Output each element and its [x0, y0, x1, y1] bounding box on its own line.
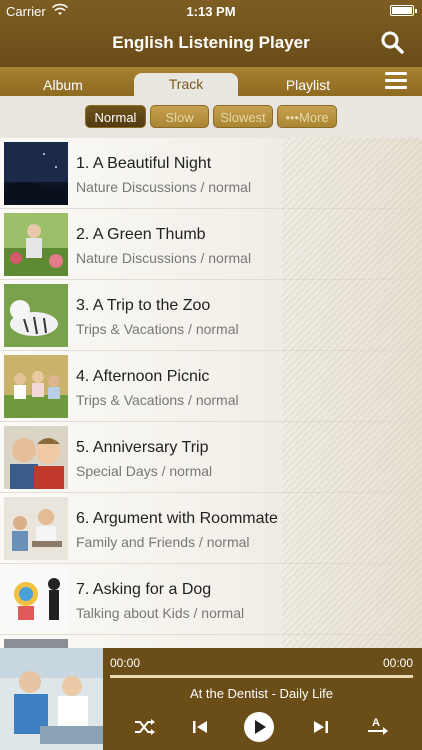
- track-subtitle: Special Days / normal: [76, 463, 213, 479]
- battery-icon: [390, 5, 417, 16]
- track-subtitle: Nature Discussions / normal: [76, 179, 252, 195]
- track-list: 1. A Beautiful Night Nature Discussions …: [0, 138, 422, 648]
- track-row[interactable]: 4. Afternoon Picnic Trips & Vacations / …: [0, 351, 422, 422]
- now-playing-title: At the Dentist - Daily Life: [189, 686, 334, 701]
- track-subtitle: Nature Discussions / normal: [76, 250, 252, 266]
- hamburger-menu-icon[interactable]: [385, 72, 407, 90]
- status-time: 1:13 PM: [186, 4, 236, 19]
- night-sky-thumbnail: [4, 142, 68, 205]
- page-title: English Listening Player: [112, 33, 310, 52]
- track-row[interactable]: 3. A Trip to the Zoo Trips & Vacations /…: [0, 280, 422, 351]
- track-subtitle: Trips & Vacations / normal: [76, 392, 239, 408]
- status-bar: Carrier 1:13 PM: [0, 0, 422, 22]
- roommates-thumbnail: [4, 497, 68, 560]
- couple-thumbnail: [4, 426, 68, 489]
- speed-selector: Normal Slow Slowest •••More: [0, 96, 422, 138]
- track-row[interactable]: 1. A Beautiful Night Nature Discussions …: [0, 138, 422, 209]
- tab-bar: Album Track Playlist: [0, 67, 422, 96]
- track-title: 5. Anniversary Trip: [76, 439, 209, 456]
- gardening-thumbnail: [4, 213, 68, 276]
- track-subtitle: Talking about Kids / normal: [76, 605, 245, 621]
- track-row[interactable]: 2. A Green Thumb Nature Discussions / no…: [0, 209, 422, 280]
- tab-album[interactable]: Album: [24, 74, 102, 96]
- speed-slowest-button[interactable]: Slowest: [213, 105, 273, 128]
- track-row[interactable]: 6. Argument with Roommate Family and Fri…: [0, 493, 422, 564]
- track-subtitle: Family and Friends / normal: [76, 534, 250, 550]
- svg-text:A: A: [372, 717, 380, 729]
- shuffle-icon[interactable]: [133, 717, 157, 747]
- now-playing-bar: 00:00 00:00 At the Dentist - Daily Life …: [0, 648, 422, 750]
- track-subtitle: Trips & Vacations / normal: [76, 321, 239, 337]
- white-tiger-thumbnail: [4, 284, 68, 347]
- total-time: 00:00: [382, 656, 413, 670]
- track-title: 6. Argument with Roommate: [76, 510, 278, 527]
- speed-slow-button[interactable]: Slow: [150, 105, 209, 128]
- track-title: 7. Asking for a Dog: [76, 581, 212, 598]
- track-title: 4. Afternoon Picnic: [76, 368, 210, 385]
- picnic-thumbnail: [4, 355, 68, 418]
- tab-track[interactable]: Track: [134, 73, 238, 96]
- partial-thumbnail: [4, 639, 68, 648]
- track-title: 3. A Trip to the Zoo: [76, 297, 211, 314]
- speed-normal-button[interactable]: Normal: [85, 105, 146, 128]
- elapsed-time: 00:00: [110, 656, 141, 670]
- progress-bar[interactable]: [110, 675, 413, 678]
- track-row[interactable]: 5. Anniversary Trip Special Days / norma…: [0, 422, 422, 493]
- next-track-icon[interactable]: [312, 719, 330, 749]
- tab-playlist[interactable]: Playlist: [268, 74, 348, 96]
- track-title: 2. A Green Thumb: [76, 226, 206, 243]
- track-row[interactable]: 7. Asking for a Dog Talking about Kids /…: [0, 564, 422, 635]
- track-title: 1. A Beautiful Night: [76, 155, 212, 172]
- search-icon[interactable]: [380, 30, 404, 54]
- dentist-album-art: [0, 648, 103, 750]
- previous-track-icon[interactable]: [191, 719, 209, 749]
- app-header: Carrier 1:13 PM English Listening Player: [0, 0, 422, 67]
- speed-more-button[interactable]: •••More: [277, 105, 337, 128]
- track-row-partial[interactable]: [0, 635, 422, 648]
- dog-drawing-thumbnail: [4, 568, 68, 631]
- play-button[interactable]: [243, 711, 275, 742]
- repeat-ab-icon[interactable]: A: [366, 716, 390, 746]
